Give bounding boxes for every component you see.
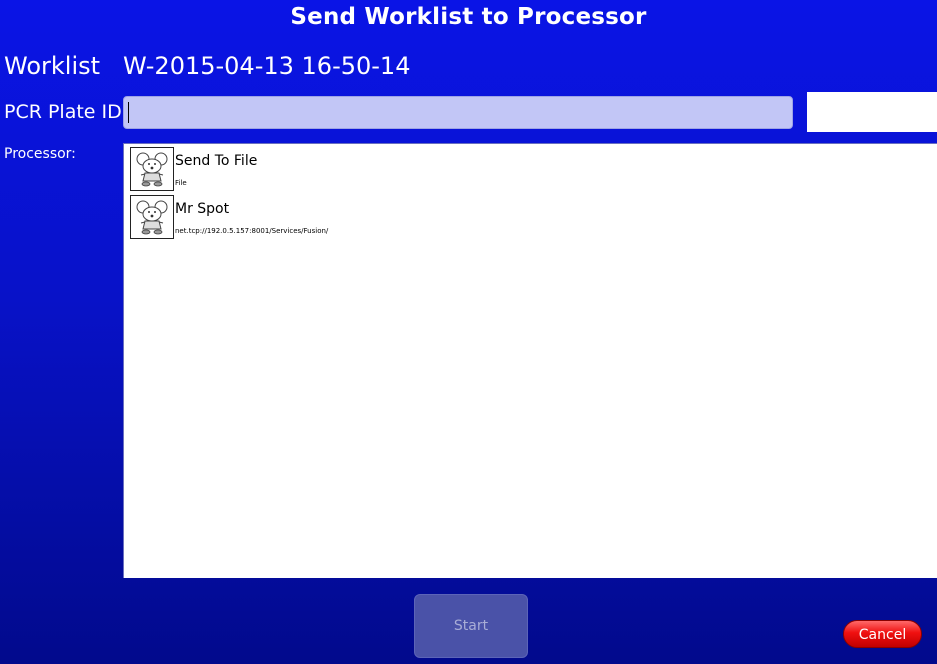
window-title: Send Worklist to Processor (290, 4, 647, 30)
processor-item-mr-spot[interactable]: Mr Spot net.tcp://192.0.5.157:8001/Servi… (130, 195, 530, 239)
processor-item-send-to-file[interactable]: Send To File File (130, 147, 530, 191)
worklist-value: W-2015-04-13 16-50-14 (123, 52, 411, 80)
start-button[interactable]: Start (414, 594, 528, 658)
worklist-label: Worklist (4, 52, 101, 80)
mouse-mascot-icon (130, 195, 174, 239)
mouse-mascot-icon (130, 147, 174, 191)
processor-label: Processor: (4, 146, 76, 162)
plate-side-field[interactable] (807, 92, 937, 132)
text-caret (128, 102, 129, 123)
cancel-button[interactable]: Cancel (843, 620, 922, 648)
pcr-plate-id-label: PCR Plate ID (4, 101, 122, 123)
processor-name: Mr Spot (175, 201, 230, 217)
processor-name: Send To File (175, 153, 258, 169)
processor-address: File (175, 179, 187, 187)
pcr-plate-id-input[interactable] (123, 96, 793, 129)
processor-list[interactable]: Send To File File Mr Spot net.tcp://192.… (123, 143, 937, 578)
processor-address: net.tcp://192.0.5.157:8001/Services/Fusi… (175, 227, 329, 235)
